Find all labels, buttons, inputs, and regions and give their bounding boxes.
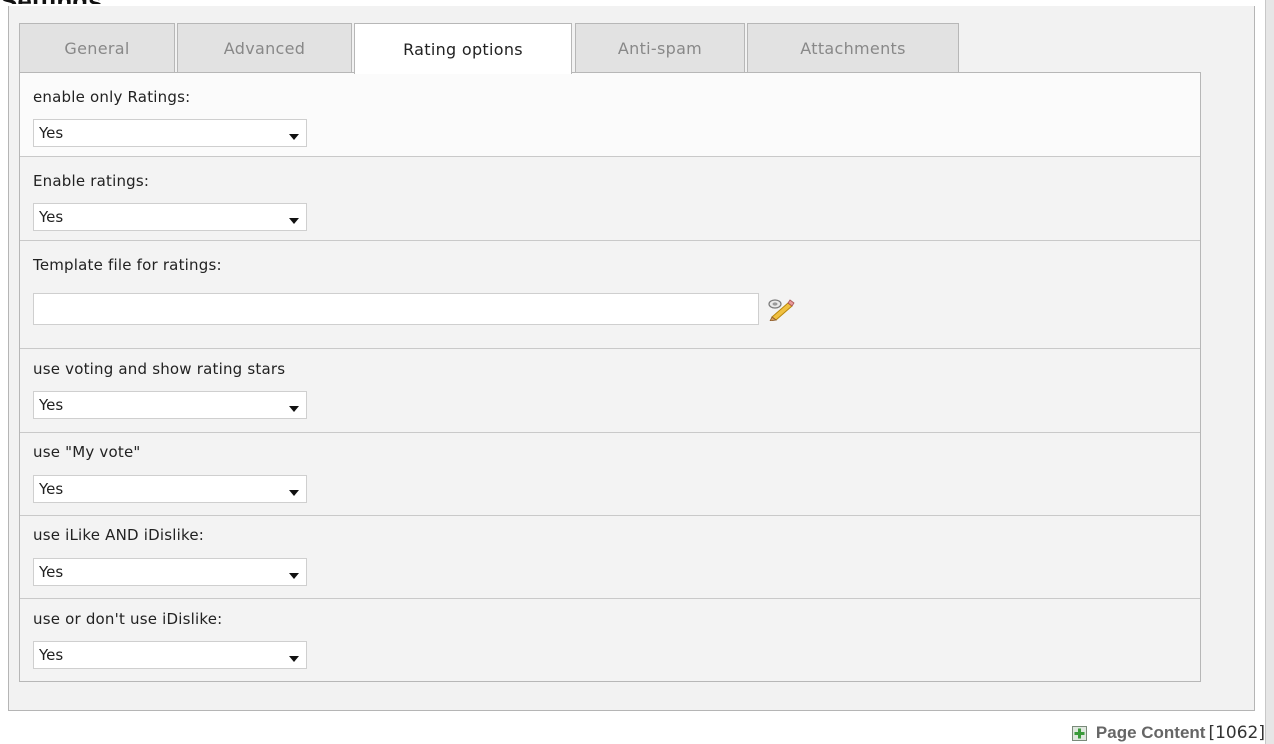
field-row-enable-ratings: Enable ratings: Yes [20,157,1200,241]
chevron-down-icon [289,656,299,662]
field-label: Template file for ratings: [33,256,222,274]
chevron-down-icon [289,573,299,579]
page-content-label[interactable]: Page Content [1096,723,1206,743]
field-row-enable-only-ratings: enable only Ratings: Yes [20,73,1200,157]
enable-ratings-select[interactable]: Yes [33,203,307,231]
voting-stars-select[interactable]: Yes [33,391,307,419]
add-content-icon[interactable] [1071,725,1087,741]
field-row-voting-stars: use voting and show rating stars Yes [20,349,1200,433]
field-row-ilike-idislike: use iLike AND iDislike: Yes [20,516,1200,599]
field-row-my-vote: use "My vote" Yes [20,433,1200,516]
template-file-input[interactable] [33,293,759,325]
field-row-template-file: Template file for ratings: [20,241,1200,349]
my-vote-select[interactable]: Yes [33,475,307,503]
field-label: Enable ratings: [33,172,150,190]
page-content-id: [1062] [1208,723,1265,743]
scroll-edge [1265,0,1274,744]
select-value: Yes [39,563,64,581]
field-label: enable only Ratings: [33,88,191,106]
idislike-select[interactable]: Yes [33,641,307,669]
field-row-idislike: use or don't use iDislike: Yes [20,599,1200,681]
select-value: Yes [39,208,64,226]
chevron-down-icon [289,134,299,140]
enable-only-ratings-select[interactable]: Yes [33,119,307,147]
page-heading-partial: Settings [0,0,103,4]
field-label: use or don't use iDislike: [33,610,223,628]
field-label: use iLike AND iDislike: [33,526,205,544]
chevron-down-icon [289,218,299,224]
ilike-idislike-select[interactable]: Yes [33,558,307,586]
tab-rating-options[interactable]: Rating options [354,23,572,74]
tab-advanced[interactable]: Advanced [177,23,352,73]
rating-options-panel: enable only Ratings: Yes Enable ratings:… [19,72,1201,682]
tab-general[interactable]: General [19,23,175,73]
pencil-wizard-icon[interactable] [766,297,796,321]
field-label: use voting and show rating stars [33,360,286,378]
select-value: Yes [39,480,64,498]
tab-anti-spam[interactable]: Anti-spam [575,23,745,73]
select-value: Yes [39,124,64,142]
chevron-down-icon [289,490,299,496]
select-value: Yes [39,396,64,414]
chevron-down-icon [289,406,299,412]
field-label: use "My vote" [33,443,141,461]
tab-attachments[interactable]: Attachments [747,23,959,73]
select-value: Yes [39,646,64,664]
footer-page-content: Page Content [1062] [1071,722,1265,744]
